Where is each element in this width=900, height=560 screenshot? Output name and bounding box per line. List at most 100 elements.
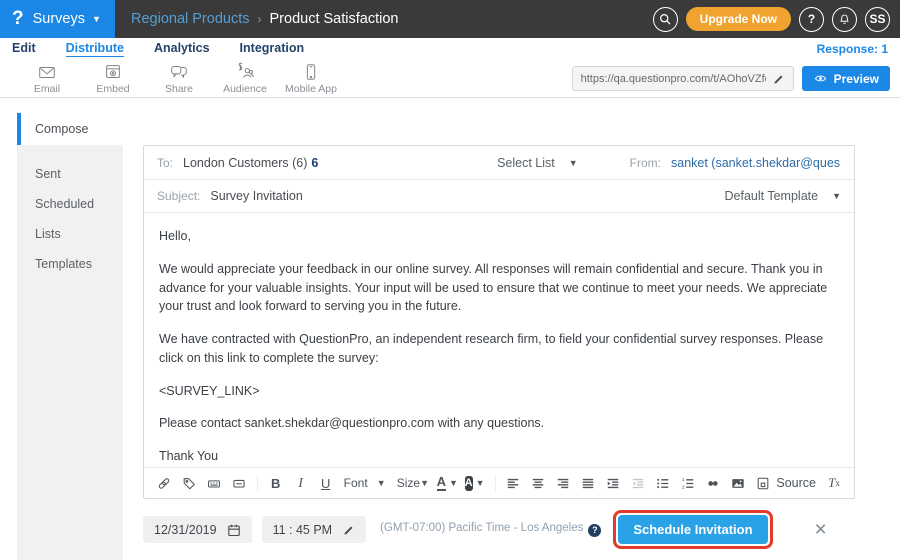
- highlight-annotation: Schedule Invitation: [613, 510, 772, 549]
- numbered-list-button[interactable]: 12: [681, 476, 695, 491]
- date-field[interactable]: 12/31/2019: [143, 516, 252, 543]
- help-button[interactable]: ?: [799, 7, 824, 32]
- background-color-button[interactable]: A▼: [465, 476, 483, 491]
- font-label: Font: [344, 476, 368, 490]
- survey-url-field[interactable]: https://qa.questionpro.com/t/AOhoVZfqml: [572, 66, 794, 91]
- schedule-row: 12/31/2019 11 : 45 PM (GMT-07:00) Pacifi…: [143, 510, 827, 549]
- close-icon[interactable]: ×: [815, 518, 827, 542]
- formatting-toolbar: B I U Font ▼ Size ▼ A▼ A▼: [144, 467, 854, 498]
- breadcrumb: Regional Products › Product Satisfaction: [131, 0, 398, 38]
- text-color-button[interactable]: A▼: [440, 475, 454, 491]
- timezone-help-icon[interactable]: ?: [588, 524, 601, 537]
- select-list-dropdown[interactable]: Select List ▼: [497, 156, 578, 170]
- chevron-down-icon: ▼: [420, 478, 429, 488]
- channel-mobile-app[interactable]: Mobile App: [278, 62, 344, 95]
- channel-label: Share: [165, 83, 193, 95]
- sidebar-item-scheduled[interactable]: Scheduled: [17, 189, 123, 219]
- select-list-label: Select List: [497, 156, 555, 170]
- italic-button[interactable]: I: [294, 475, 308, 491]
- main-area: Compose Sent Scheduled Lists Templates T…: [0, 98, 900, 560]
- sidebar-item-label: Scheduled: [35, 197, 94, 211]
- survey-url: https://qa.questionpro.com/t/AOhoVZfqml: [581, 73, 766, 85]
- justify-button[interactable]: [581, 476, 595, 491]
- chevron-down-icon: ▼: [449, 478, 458, 488]
- to-value[interactable]: London Customers (6): [183, 156, 307, 170]
- email-body-editor[interactable]: Hello, We would appreciate your feedback…: [144, 214, 854, 467]
- share-icon: [168, 62, 190, 82]
- from-label: From:: [630, 156, 661, 170]
- underline-button[interactable]: U: [319, 476, 333, 491]
- breadcrumb-separator: ›: [258, 12, 262, 26]
- tabs: Edit Distribute Analytics Integration: [12, 41, 304, 57]
- button-widget-icon[interactable]: [232, 476, 246, 491]
- to-row: To: London Customers (6) 6 Select List ▼…: [144, 146, 854, 180]
- decrease-indent-button[interactable]: [631, 476, 645, 491]
- body-paragraph: We would appreciate your feedback in our…: [159, 260, 839, 316]
- source-label: Source: [776, 476, 816, 490]
- size-dropdown[interactable]: Size ▼: [397, 476, 429, 490]
- bold-button[interactable]: B: [269, 476, 283, 491]
- sidebar-item-sent[interactable]: Sent: [17, 159, 123, 189]
- sidebar-item-label: Sent: [35, 167, 61, 181]
- align-right-button[interactable]: [556, 476, 570, 491]
- upgrade-now-button[interactable]: Upgrade Now: [686, 7, 791, 31]
- channel-audience[interactable]: Audience: [212, 62, 278, 95]
- svg-text:1: 1: [682, 477, 685, 483]
- channel-email[interactable]: Email: [14, 62, 80, 95]
- channel-label: Embed: [96, 83, 129, 95]
- avatar[interactable]: SS: [865, 7, 890, 32]
- remove-format-glyph: T: [828, 475, 835, 491]
- source-button[interactable]: Source: [756, 476, 816, 491]
- questionpro-logo-icon: ?: [12, 8, 24, 30]
- to-label: To:: [157, 156, 173, 170]
- mobile-app-icon: [300, 62, 322, 82]
- insert-image-button[interactable]: [731, 476, 745, 491]
- sidebar-item-templates[interactable]: Templates: [17, 249, 123, 279]
- align-left-button[interactable]: [506, 476, 520, 491]
- breadcrumb-parent[interactable]: Regional Products: [131, 11, 250, 27]
- body-paragraph: We have contracted with QuestionPro, an …: [159, 330, 839, 368]
- template-label: Default Template: [725, 189, 819, 203]
- preview-button[interactable]: Preview: [802, 66, 890, 91]
- insert-link-button[interactable]: [706, 476, 720, 491]
- sidebar-item-lists[interactable]: Lists: [17, 219, 123, 249]
- text-color-glyph: A: [437, 475, 446, 491]
- from-value[interactable]: sanket (sanket.shekdar@ques...: [671, 156, 841, 170]
- chevron-down-icon: ▼: [569, 158, 578, 168]
- sidebar-item-compose[interactable]: Compose: [17, 113, 123, 145]
- remove-format-sub: x: [835, 478, 840, 488]
- merge-field-icon[interactable]: [207, 476, 221, 491]
- product-label: Surveys: [33, 11, 85, 27]
- chevron-down-icon: ▼: [377, 478, 386, 488]
- sidebar-item-label: Lists: [35, 227, 61, 241]
- template-dropdown[interactable]: Default Template ▼: [725, 189, 842, 203]
- to-count-badge[interactable]: 6: [311, 156, 318, 170]
- search-button[interactable]: [653, 7, 678, 32]
- increase-indent-button[interactable]: [606, 476, 620, 491]
- body-paragraph: Thank You: [159, 447, 839, 466]
- surveys-product-menu[interactable]: ? Surveys ▼: [0, 0, 115, 38]
- response-count[interactable]: Response: 1: [817, 42, 888, 56]
- svg-text:2: 2: [682, 484, 685, 490]
- tag-icon[interactable]: [182, 476, 196, 491]
- schedule-invitation-button[interactable]: Schedule Invitation: [618, 515, 767, 544]
- channel-share[interactable]: Share: [146, 62, 212, 95]
- notifications-button[interactable]: [832, 7, 857, 32]
- anchor-link-icon[interactable]: [157, 476, 171, 491]
- align-center-button[interactable]: [531, 476, 545, 491]
- size-label: Size: [397, 476, 420, 490]
- edit-time-pencil-icon: [342, 523, 355, 536]
- channel-label: Mobile App: [285, 83, 337, 95]
- channel-embed[interactable]: Embed: [80, 62, 146, 95]
- date-value: 12/31/2019: [154, 523, 217, 537]
- tab-distribute[interactable]: Distribute: [66, 41, 124, 57]
- bulleted-list-button[interactable]: [656, 476, 670, 491]
- remove-format-button[interactable]: Tx: [827, 475, 841, 491]
- tab-analytics[interactable]: Analytics: [154, 41, 210, 57]
- tab-edit[interactable]: Edit: [12, 41, 36, 57]
- tab-integration[interactable]: Integration: [240, 41, 305, 57]
- edit-url-pencil-icon[interactable]: [772, 72, 785, 85]
- subject-value[interactable]: Survey Invitation: [210, 189, 302, 203]
- font-dropdown[interactable]: Font ▼: [344, 476, 386, 490]
- time-field[interactable]: 11 : 45 PM: [262, 516, 367, 543]
